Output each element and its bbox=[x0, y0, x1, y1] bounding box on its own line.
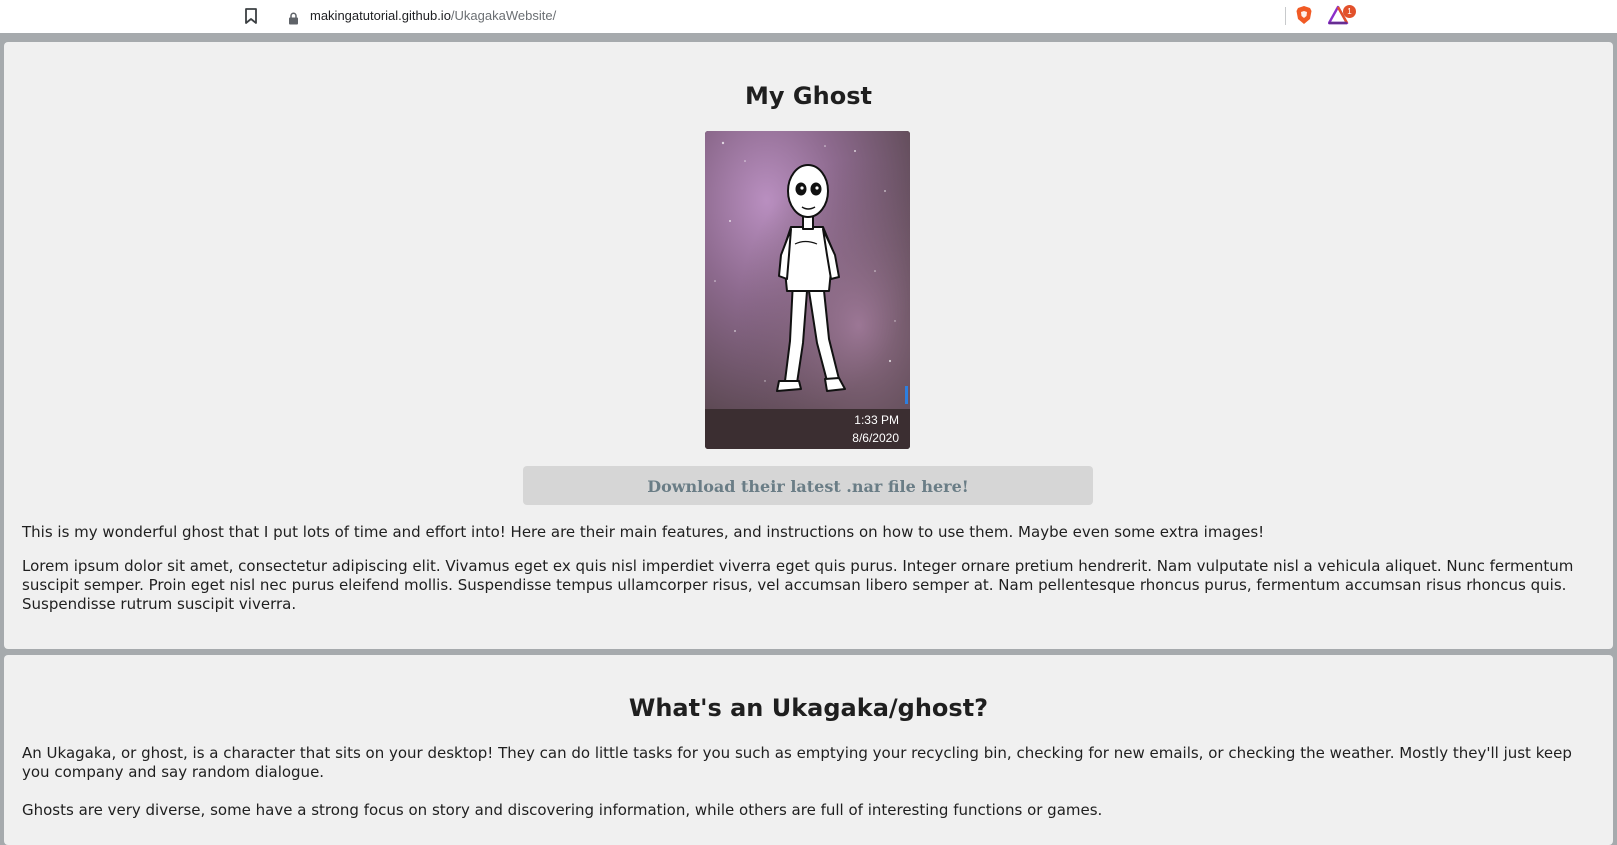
toolbar-divider bbox=[1285, 7, 1286, 25]
lock-icon[interactable] bbox=[288, 10, 299, 25]
ghost-description-paragraph: Lorem ipsum dolor sit amet, consectetur … bbox=[22, 557, 1574, 613]
about-paragraph-2: Ghosts are very diverse, some have a str… bbox=[22, 801, 1103, 819]
about-ukagaka-section: What's an Ukagaka/ghost? An Ukagaka, or … bbox=[4, 655, 1613, 845]
ghost-section: My Ghost 1:33 PM 8/6/2020 Download their… bbox=[4, 42, 1613, 649]
brave-shield-icon[interactable] bbox=[1295, 5, 1313, 25]
ghost-intro-paragraph: This is my wonderful ghost that I put lo… bbox=[22, 523, 1265, 541]
timestamp-time: 1:33 PM bbox=[854, 413, 899, 427]
url-host: makingatutorial.github.io bbox=[310, 8, 451, 23]
section-title-about: What's an Ukagaka/ghost? bbox=[628, 694, 989, 722]
timestamp-date: 8/6/2020 bbox=[852, 431, 899, 445]
browser-toolbar: makingatutorial.github.io/UkagakaWebsite… bbox=[0, 0, 1617, 33]
about-paragraph-1: An Ukagaka, or ghost, is a character tha… bbox=[22, 744, 1572, 781]
address-bar[interactable]: makingatutorial.github.io/UkagakaWebsite… bbox=[276, 2, 1284, 30]
url-text[interactable]: makingatutorial.github.io/UkagakaWebsite… bbox=[310, 8, 556, 23]
ghost-image: 1:33 PM 8/6/2020 bbox=[705, 131, 910, 449]
rewards-badge: 1 bbox=[1343, 5, 1356, 18]
url-path: /UkagakaWebsite/ bbox=[450, 8, 557, 23]
bookmark-icon[interactable] bbox=[243, 7, 259, 25]
image-timestamp: 1:33 PM 8/6/2020 bbox=[705, 409, 910, 449]
download-nar-button[interactable]: Download their latest .nar file here! bbox=[523, 466, 1093, 505]
ghost-character-art bbox=[705, 131, 910, 409]
section-title-my-ghost: My Ghost bbox=[745, 82, 872, 110]
